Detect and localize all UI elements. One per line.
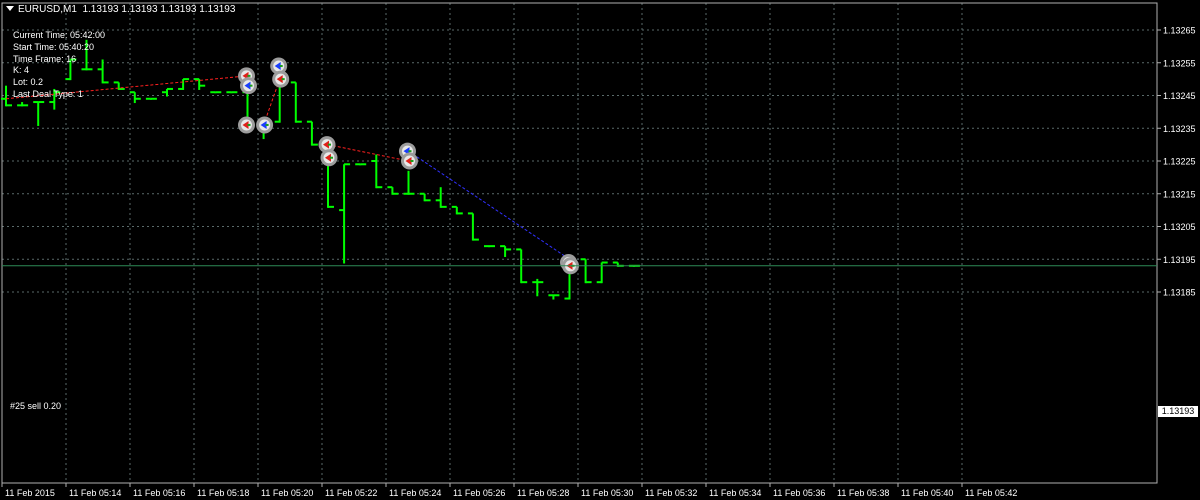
info-time-frame: Time Frame: 16 bbox=[13, 53, 77, 64]
sell-arrow-icon bbox=[272, 70, 290, 88]
price-tick-label: 1.13215 bbox=[1163, 189, 1196, 199]
ohlc-bar bbox=[17, 102, 29, 107]
ohlc-bar bbox=[419, 192, 431, 202]
ohlc-bar bbox=[306, 120, 318, 146]
trade-line bbox=[327, 144, 409, 162]
time-tick-label: 11 Feb 05:40 bbox=[901, 488, 953, 498]
ohlc-label: 1.13193 1.13193 1.13193 1.13193 bbox=[82, 4, 236, 15]
sell-arrow-icon bbox=[401, 152, 418, 170]
time-tick-label: 11 Feb 2015 bbox=[5, 488, 55, 498]
info-k: K: 4 bbox=[13, 65, 30, 76]
ohlc-bar bbox=[113, 81, 125, 90]
info-current-time: Current Time: 05:42:00 bbox=[13, 30, 106, 40]
ohlc-bar bbox=[33, 101, 45, 126]
buy-arrow-icon bbox=[240, 77, 257, 95]
info-start-time: Start Time: 05:40:20 bbox=[13, 41, 95, 52]
time-tick-label: 11 Feb 05:38 bbox=[837, 488, 889, 498]
marker-tail bbox=[279, 65, 283, 68]
price-tick-label: 1.13185 bbox=[1163, 288, 1196, 298]
time-tick-label: 11 Feb 05:20 bbox=[261, 488, 313, 498]
ohlc-bar bbox=[339, 163, 351, 264]
time-tick-label: 11 Feb 05:14 bbox=[69, 488, 121, 498]
time-axis: 11 Feb 2015 11 Feb 05:14 11 Feb 05:16 11 Fe… bbox=[1, 483, 1017, 498]
ohlc-bar bbox=[290, 81, 302, 123]
marker-tail bbox=[281, 78, 285, 81]
price-tick-label: 1.13195 bbox=[1163, 255, 1196, 265]
marker-tail bbox=[410, 160, 414, 162]
sell-arrow-icon bbox=[320, 149, 338, 167]
chart-grid bbox=[2, 3, 1157, 483]
price-tick-label: 1.13255 bbox=[1163, 58, 1196, 68]
ohlc-bar bbox=[178, 78, 190, 90]
price-tick-label: 1.13225 bbox=[1163, 157, 1196, 167]
ohlc-bar bbox=[435, 187, 447, 208]
sell-arrow-icon bbox=[238, 116, 255, 134]
marker-tail bbox=[408, 150, 412, 153]
time-tick-label: 11 Feb 05:18 bbox=[197, 488, 249, 498]
price-axis: 1.13265 1.13255 1.13245 1.13235 1.13225 1.132… bbox=[1157, 26, 1196, 298]
buy-arrow-icon bbox=[256, 116, 274, 134]
chart-border bbox=[1, 2, 1158, 484]
position-label[interactable]: #25 sell 0.20 bbox=[10, 401, 61, 411]
trade-lines bbox=[5, 75, 570, 260]
price-chart[interactable]: 1.13265 1.13255 1.13245 1.13235 1.13225 1.132… bbox=[0, 0, 1200, 500]
info-last-deal-type: Last Deal Type: 1 bbox=[13, 88, 83, 99]
ohlc-bar bbox=[387, 186, 399, 195]
marker-tail bbox=[330, 156, 333, 159]
chevron-down-icon[interactable] bbox=[6, 6, 14, 11]
time-tick-label: 11 Feb 05:26 bbox=[453, 488, 505, 498]
ohlc-bar bbox=[548, 294, 560, 300]
ohlc-bar bbox=[580, 258, 592, 284]
ohlc-bar bbox=[145, 97, 157, 100]
ohlc-bar bbox=[500, 245, 512, 257]
ohlc-bar bbox=[210, 91, 222, 94]
price-tick-label: 1.13235 bbox=[1163, 124, 1196, 134]
current-price-tag: 1.13193 bbox=[1158, 406, 1198, 417]
ohlc-bar bbox=[532, 278, 544, 297]
marker-tail bbox=[328, 143, 331, 146]
marker-tail bbox=[265, 123, 269, 126]
chart-frame bbox=[1, 2, 1158, 484]
chart-header: EURUSD,M1 1.13193 1.13193 1.13193 1.1319… bbox=[6, 4, 235, 15]
time-tick-label: 11 Feb 05:30 bbox=[581, 488, 633, 498]
ohlc-bar bbox=[129, 91, 141, 104]
time-tick-label: 11 Feb 05:22 bbox=[325, 488, 377, 498]
time-tick-label: 11 Feb 05:36 bbox=[773, 488, 825, 498]
symbol-label: EURUSD,M1 bbox=[18, 4, 77, 15]
time-tick-label: 11 Feb 05:34 bbox=[709, 488, 761, 498]
marker-tail bbox=[249, 84, 253, 87]
time-tick-label: 11 Feb 05:24 bbox=[389, 488, 441, 498]
marker-tail bbox=[247, 123, 251, 126]
time-tick-label: 11 Feb 05:42 bbox=[965, 488, 1017, 498]
time-tick-label: 11 Feb 05:32 bbox=[645, 488, 697, 498]
info-lot: Lot: 0.2 bbox=[13, 77, 44, 88]
trade-markers bbox=[238, 57, 579, 275]
price-tick-label: 1.13245 bbox=[1163, 91, 1196, 101]
time-tick-label: 11 Feb 05:28 bbox=[517, 488, 569, 498]
ohlc-bar bbox=[371, 154, 383, 189]
ohlc-bar bbox=[484, 245, 495, 248]
price-tick-label: 1.13265 bbox=[1163, 26, 1196, 36]
ohlc-bar bbox=[355, 163, 367, 166]
price-tick-label: 1.13205 bbox=[1163, 222, 1196, 232]
ea-info-panel: Current Time: 05:42:00 Start Time: 05:40… bbox=[13, 30, 105, 101]
ohlc-bar bbox=[403, 170, 415, 195]
time-tick-label: 11 Feb 05:16 bbox=[133, 488, 185, 498]
marker-tail bbox=[247, 74, 251, 77]
trade-line bbox=[408, 150, 570, 260]
ohlc-bar bbox=[451, 205, 463, 215]
ohlc-bar bbox=[226, 91, 238, 94]
